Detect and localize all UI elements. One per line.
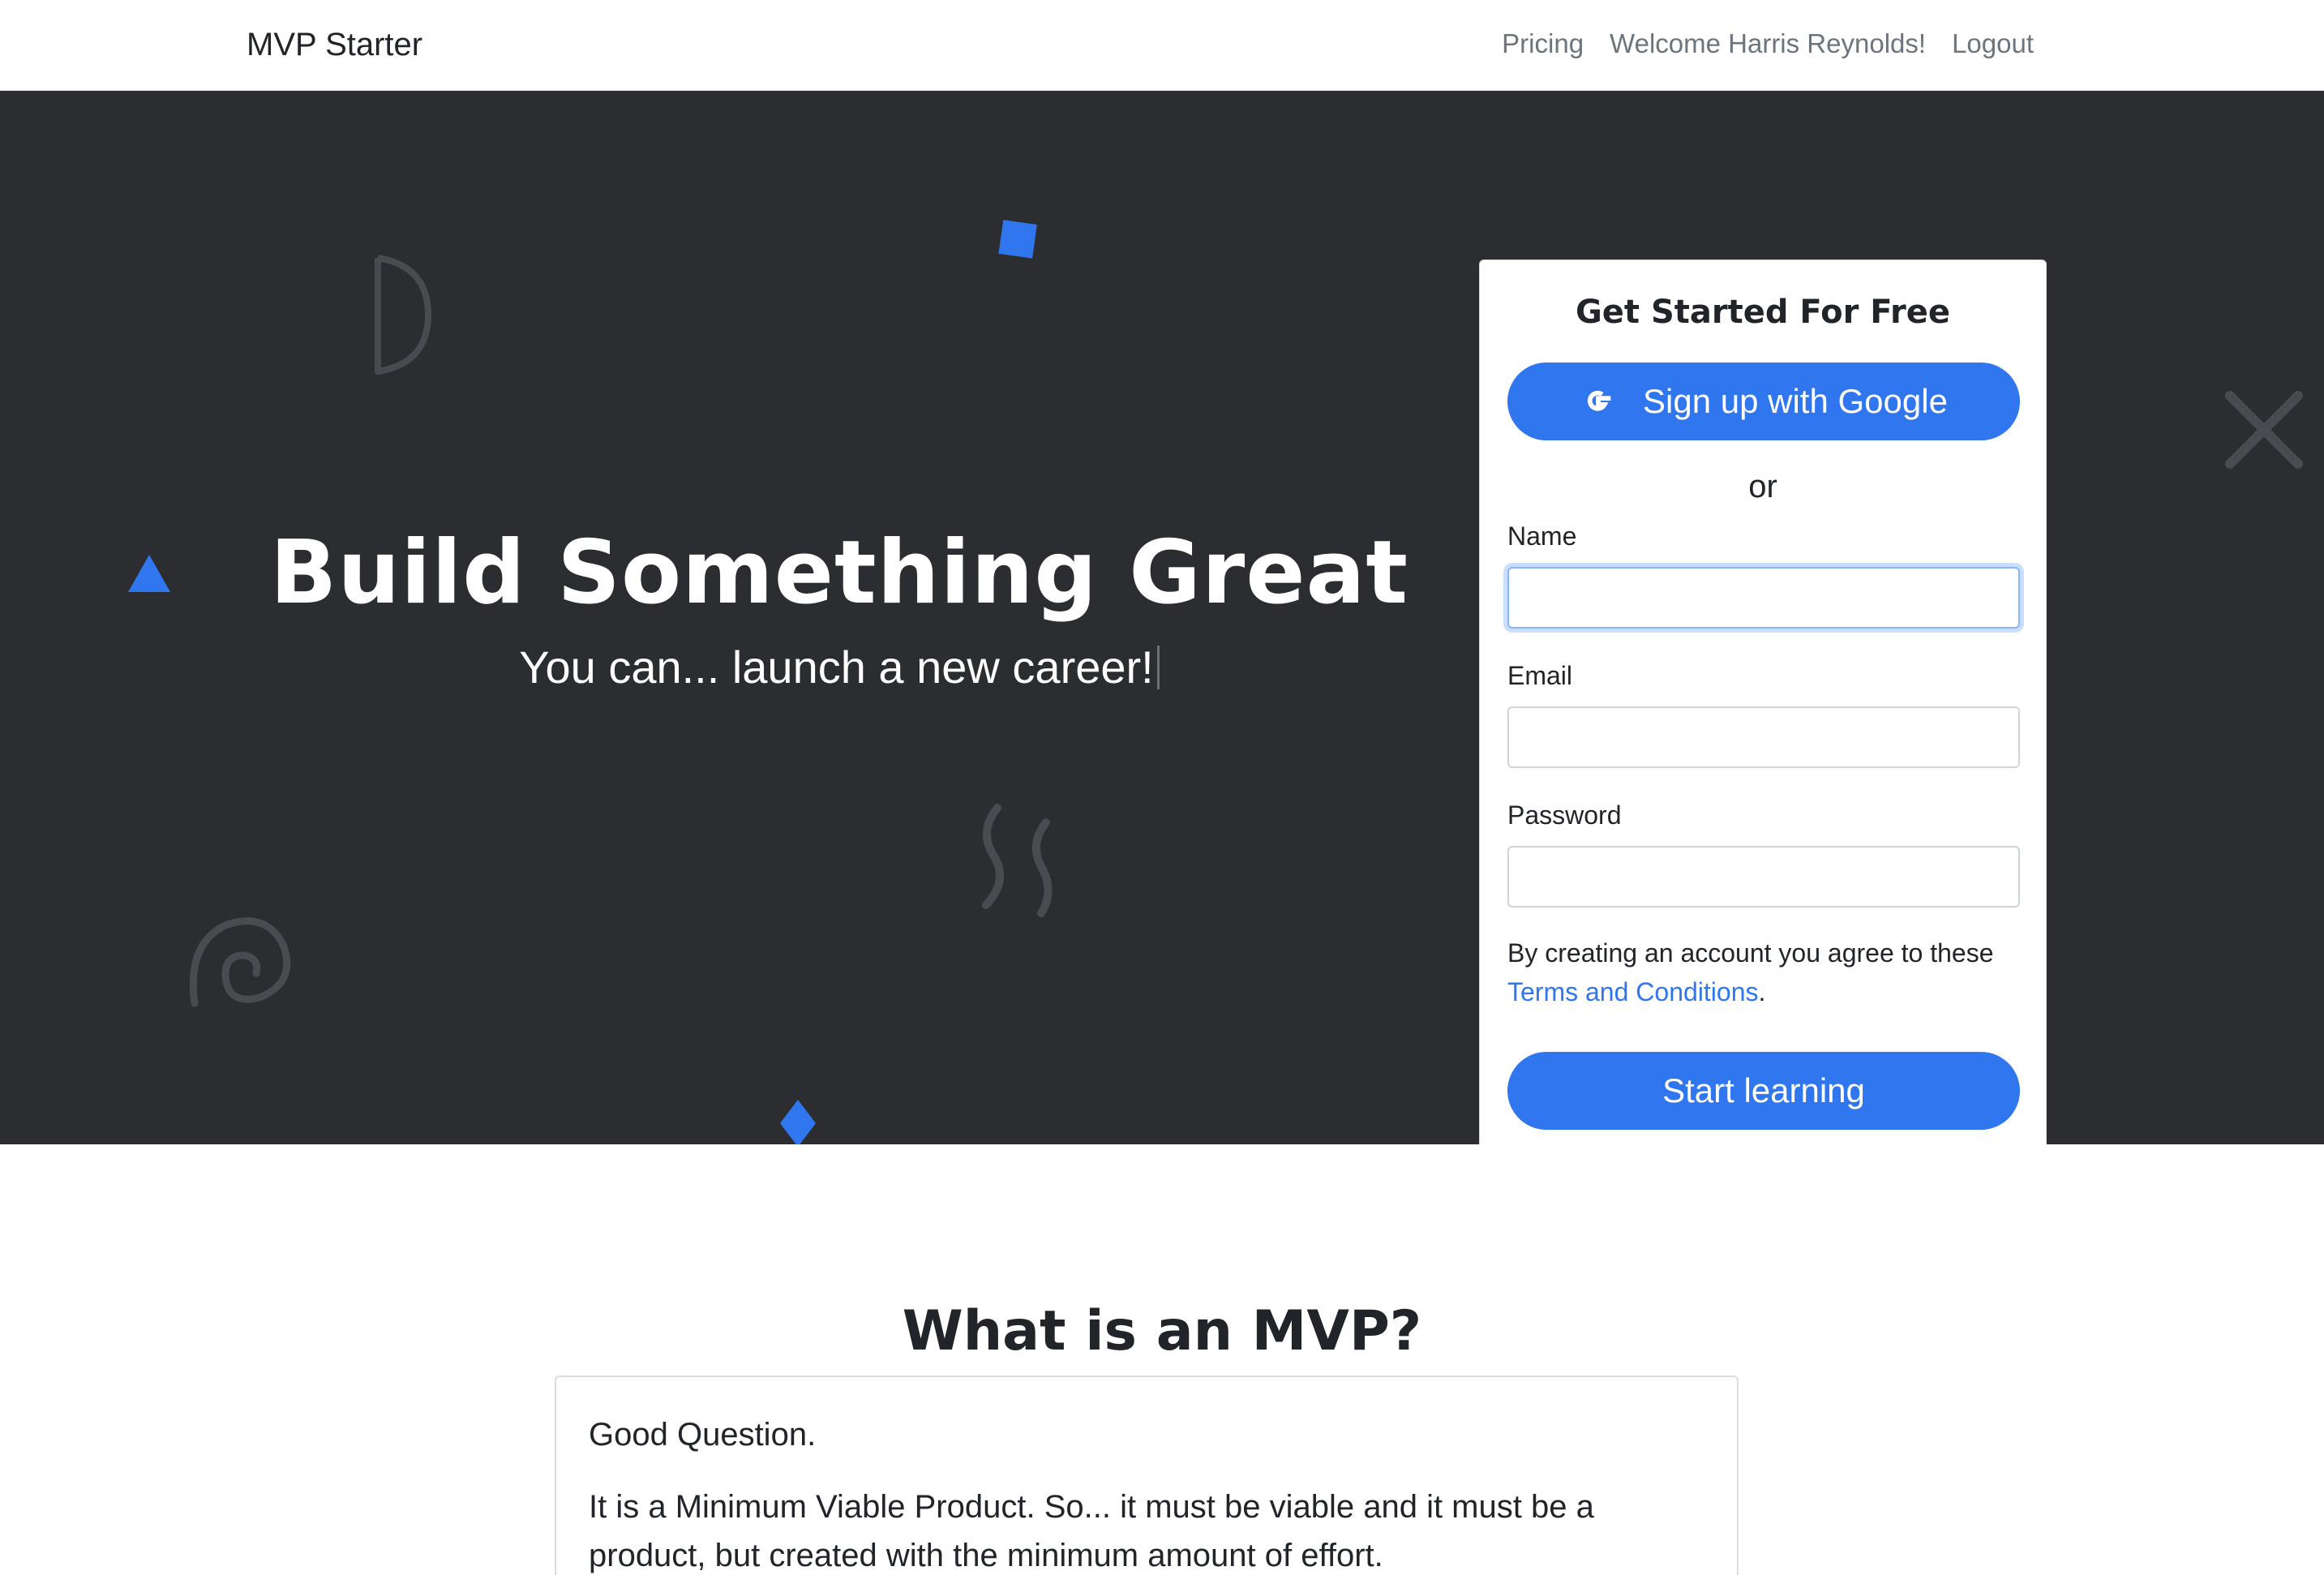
hero-section: Build Something Great You can... launch …: [0, 91, 2324, 1144]
email-label: Email: [1507, 661, 1573, 690]
signup-title: Get Started For Free: [1575, 294, 1951, 331]
password-label: Password: [1507, 800, 1622, 830]
half-circle-shape: [375, 255, 431, 375]
hero-title: Build Something Great: [270, 522, 1409, 624]
diamond-shape: [780, 1100, 816, 1144]
nav-link-welcome-user[interactable]: Welcome Harris Reynolds!: [1610, 26, 1926, 62]
agree-end: .: [1758, 977, 1766, 1006]
typing-caret: [1156, 646, 1160, 689]
mvp-paragraph-2: It is a Minimum Viable Product. So... it…: [589, 1489, 1594, 1573]
mvp-info-card: Good Question. It is a Minimum Viable Pr…: [555, 1375, 1739, 1575]
signup-card: Get Started For Free Sign up with Google…: [1479, 260, 2047, 1144]
x-shape: [2225, 391, 2303, 469]
name-input[interactable]: [1507, 567, 2020, 629]
google-icon: [1587, 390, 1611, 411]
square-shape: [998, 220, 1037, 259]
google-signup-button[interactable]: Sign up with Google: [1507, 363, 2020, 440]
spiral-shape: [189, 917, 291, 1007]
name-label: Name: [1507, 521, 1577, 551]
or-divider: or: [1748, 469, 1777, 504]
nav-links: Pricing Welcome Harris Reynolds! Logout: [1502, 26, 2034, 62]
terms-link[interactable]: Terms and Conditions: [1507, 977, 1758, 1006]
email-input[interactable]: [1507, 706, 2020, 768]
hero-subtitle-text: You can... launch a new career!: [519, 642, 1154, 693]
triangle-shape: [128, 555, 170, 592]
mvp-section-title: What is an MVP?: [902, 1299, 1422, 1363]
start-learning-button[interactable]: Start learning: [1507, 1052, 2020, 1130]
squiggle-shape: [982, 804, 1053, 917]
agree-text: By creating an account you agree to thes…: [1507, 938, 1994, 968]
password-input[interactable]: [1507, 846, 2020, 908]
google-signup-label: Sign up with Google: [1643, 382, 1948, 420]
nav-link-pricing[interactable]: Pricing: [1502, 26, 1584, 62]
terms-agreement: By creating an account you agree to thes…: [1507, 933, 2026, 1011]
brand-link[interactable]: MVP Starter: [247, 24, 422, 65]
nav-link-logout[interactable]: Logout: [1952, 26, 2034, 62]
hero-subtitle: You can... launch a new career!: [178, 639, 1500, 696]
navbar: MVP Starter Pricing Welcome Harris Reyno…: [0, 0, 2324, 91]
mvp-paragraph-1: Good Question.: [589, 1417, 817, 1453]
